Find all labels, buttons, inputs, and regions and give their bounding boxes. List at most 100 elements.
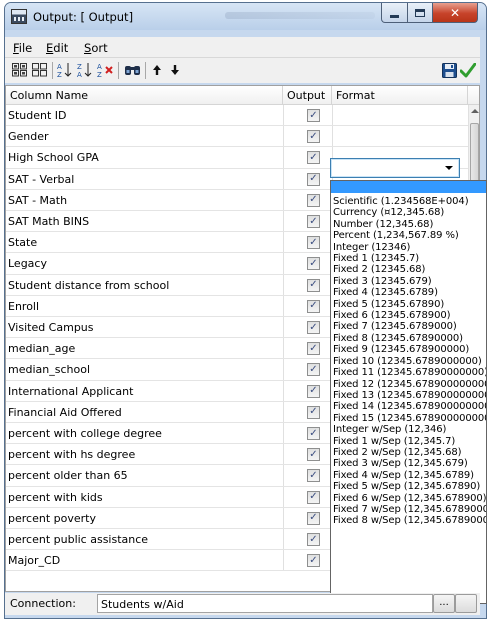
output-checkbox[interactable]: ✓ [307,151,320,165]
output-checkbox[interactable]: ✓ [307,257,320,271]
find-icon[interactable] [123,62,141,78]
output-checkbox[interactable]: ✓ [307,490,320,504]
close-button[interactable]: ✕ [432,3,478,23]
column-name-cell[interactable]: percent public assistance [8,533,278,546]
format-option[interactable]: Fixed 4 (12345.6789) [331,287,486,298]
column-name-cell[interactable]: Student ID [8,109,278,122]
column-name-cell[interactable]: SAT - Math [8,194,278,207]
column-name-cell[interactable]: Visited Campus [8,321,278,334]
table-row[interactable]: Student ID ✓ [6,105,468,127]
output-checkbox[interactable]: ✓ [307,130,320,144]
format-option[interactable]: Fixed 10 (12345.6789000000) [331,356,486,367]
column-name-cell[interactable]: High School GPA [8,151,278,164]
format-option[interactable]: Fixed 3 w/Sep (12,345.679) [331,458,486,469]
column-name-cell[interactable]: median_age [8,342,278,355]
output-checkbox[interactable]: ✓ [307,193,320,207]
format-option[interactable]: Fixed 8 (12345.67890000) [331,333,486,344]
format-option[interactable]: Fixed 15 (12345.678900000000000) [331,413,486,424]
column-name-cell[interactable]: Financial Aid Offered [8,406,278,419]
connection-select[interactable]: Students w/Aid [97,594,433,613]
output-checkbox[interactable]: ✓ [307,363,320,377]
column-name-cell[interactable]: Legacy [8,257,278,270]
browse-connection-button[interactable]: ... [433,594,455,613]
column-name-cell[interactable]: percent with hs degree [8,448,278,461]
clear-sort-icon[interactable]: AZ [97,62,113,78]
format-option[interactable]: Integer (12346) [331,242,486,253]
apply-checkmark-icon[interactable] [460,62,476,78]
minimize-button[interactable] [381,3,408,23]
format-option[interactable]: Fixed 11 (12345.67890000000) [331,367,486,378]
column-name-cell[interactable]: SAT Math BINS [8,215,278,228]
output-checkbox[interactable]: ✓ [307,469,320,483]
column-name-cell[interactable]: percent poverty [8,512,278,525]
format-option[interactable]: Currency (¤12,345.68) [331,207,486,218]
format-option[interactable]: Fixed 2 w/Sep (12,345.68) [331,447,486,458]
format-option[interactable]: Fixed 8 w/Sep (12,345.67890000) [331,515,486,526]
output-checkbox[interactable]: ✓ [307,427,320,440]
output-checkbox[interactable]: ✓ [307,342,320,356]
column-name-cell[interactable]: percent with kids [8,491,278,504]
format-option[interactable]: Fixed 7 w/Sep (12,345.6789000) [331,504,486,515]
output-checkbox[interactable]: ✓ [307,384,320,398]
format-option[interactable]: Fixed 14 (12345.67890000000000) [331,401,486,412]
output-checkbox[interactable]: ✓ [307,299,320,313]
format-option[interactable]: Fixed 1 w/Sep (12,345.7) [331,436,486,447]
menu-sort[interactable]: Sort [84,41,108,55]
header-column-name[interactable]: Column Name [6,86,283,105]
maximize-button[interactable] [407,3,433,23]
column-name-cell[interactable]: Major_CD [8,554,278,567]
output-checkbox[interactable]: ✓ [307,448,320,462]
title-bar[interactable]: Output: [ Output] ✕ [5,3,486,30]
sort-descending-icon[interactable]: ZA [77,62,93,78]
format-option[interactable]: Fixed 6 w/Sep (12,345.678900) [331,493,486,504]
format-option[interactable]: Fixed 5 w/Sep (12,345.67890) [331,481,486,492]
sort-ascending-icon[interactable]: AZ [57,62,73,78]
output-checkbox[interactable]: ✓ [307,554,320,568]
column-name-cell[interactable]: median_school [8,363,278,376]
column-name-cell[interactable]: Enroll [8,300,278,313]
column-name-cell[interactable]: SAT - Verbal [8,173,278,186]
header-format[interactable]: Format [332,86,468,105]
format-option[interactable]: Fixed 12 (12345.678900000000) [331,379,486,390]
format-option[interactable]: Fixed 13 (12345.6789000000000) [331,390,486,401]
output-checkbox[interactable]: ✓ [307,278,320,292]
output-checkbox[interactable]: ✓ [307,215,320,228]
dropdown-highlighted-blank-option[interactable] [331,181,486,193]
column-name-cell[interactable]: percent older than 65 [8,469,278,482]
column-name-cell[interactable]: Student distance from school [8,279,278,292]
format-option[interactable]: Fixed 9 (12345.678900000) [331,344,486,355]
format-dropdown-list[interactable]: Scientific (1.234568E+004) Currency (¤12,… [330,180,487,604]
format-option[interactable]: Fixed 3 (12345.679) [331,276,486,287]
format-option[interactable]: Percent (1,234,567.89 %) [331,230,486,241]
output-checkbox[interactable]: ✓ [307,172,320,186]
menu-edit[interactable]: Edit [46,41,68,55]
column-name-cell[interactable]: International Applicant [8,385,278,398]
format-combobox[interactable] [330,158,460,178]
format-option[interactable]: Fixed 4 w/Sep (12,345.6789) [331,470,486,481]
scroll-up-arrow-icon[interactable] [471,109,479,113]
dropdown-arrow-icon[interactable] [445,166,453,170]
edit-connection-button[interactable] [455,594,477,613]
format-option[interactable]: Fixed 2 (12345.68) [331,264,486,275]
column-name-cell[interactable]: percent with college degree [8,427,278,440]
output-checkbox[interactable]: ✓ [307,109,320,122]
format-option[interactable]: Scientific (1.234568E+004) [331,196,486,207]
table-row[interactable]: Gender ✓ [6,126,468,148]
format-option[interactable]: Integer w/Sep (12,346) [331,424,486,435]
menu-file[interactable]: File [13,41,32,55]
format-option[interactable]: Fixed 1 (12345.7) [331,253,486,264]
output-checkbox[interactable]: ✓ [307,321,320,334]
format-option[interactable]: Fixed 6 (12345.678900) [331,310,486,321]
header-output[interactable]: Output [283,86,332,105]
column-name-cell[interactable]: State [8,236,278,249]
output-checkbox[interactable]: ✓ [307,533,320,546]
output-checkbox[interactable]: ✓ [307,511,320,525]
save-icon[interactable] [441,62,457,78]
column-name-cell[interactable]: Gender [8,130,278,143]
format-option[interactable]: Number (12,345.68) [331,219,486,230]
output-checkbox[interactable]: ✓ [307,405,320,419]
move-down-icon[interactable] [169,62,181,78]
move-up-icon[interactable] [151,62,163,78]
list-view-icon[interactable] [31,62,47,78]
output-checkbox[interactable]: ✓ [307,236,320,250]
